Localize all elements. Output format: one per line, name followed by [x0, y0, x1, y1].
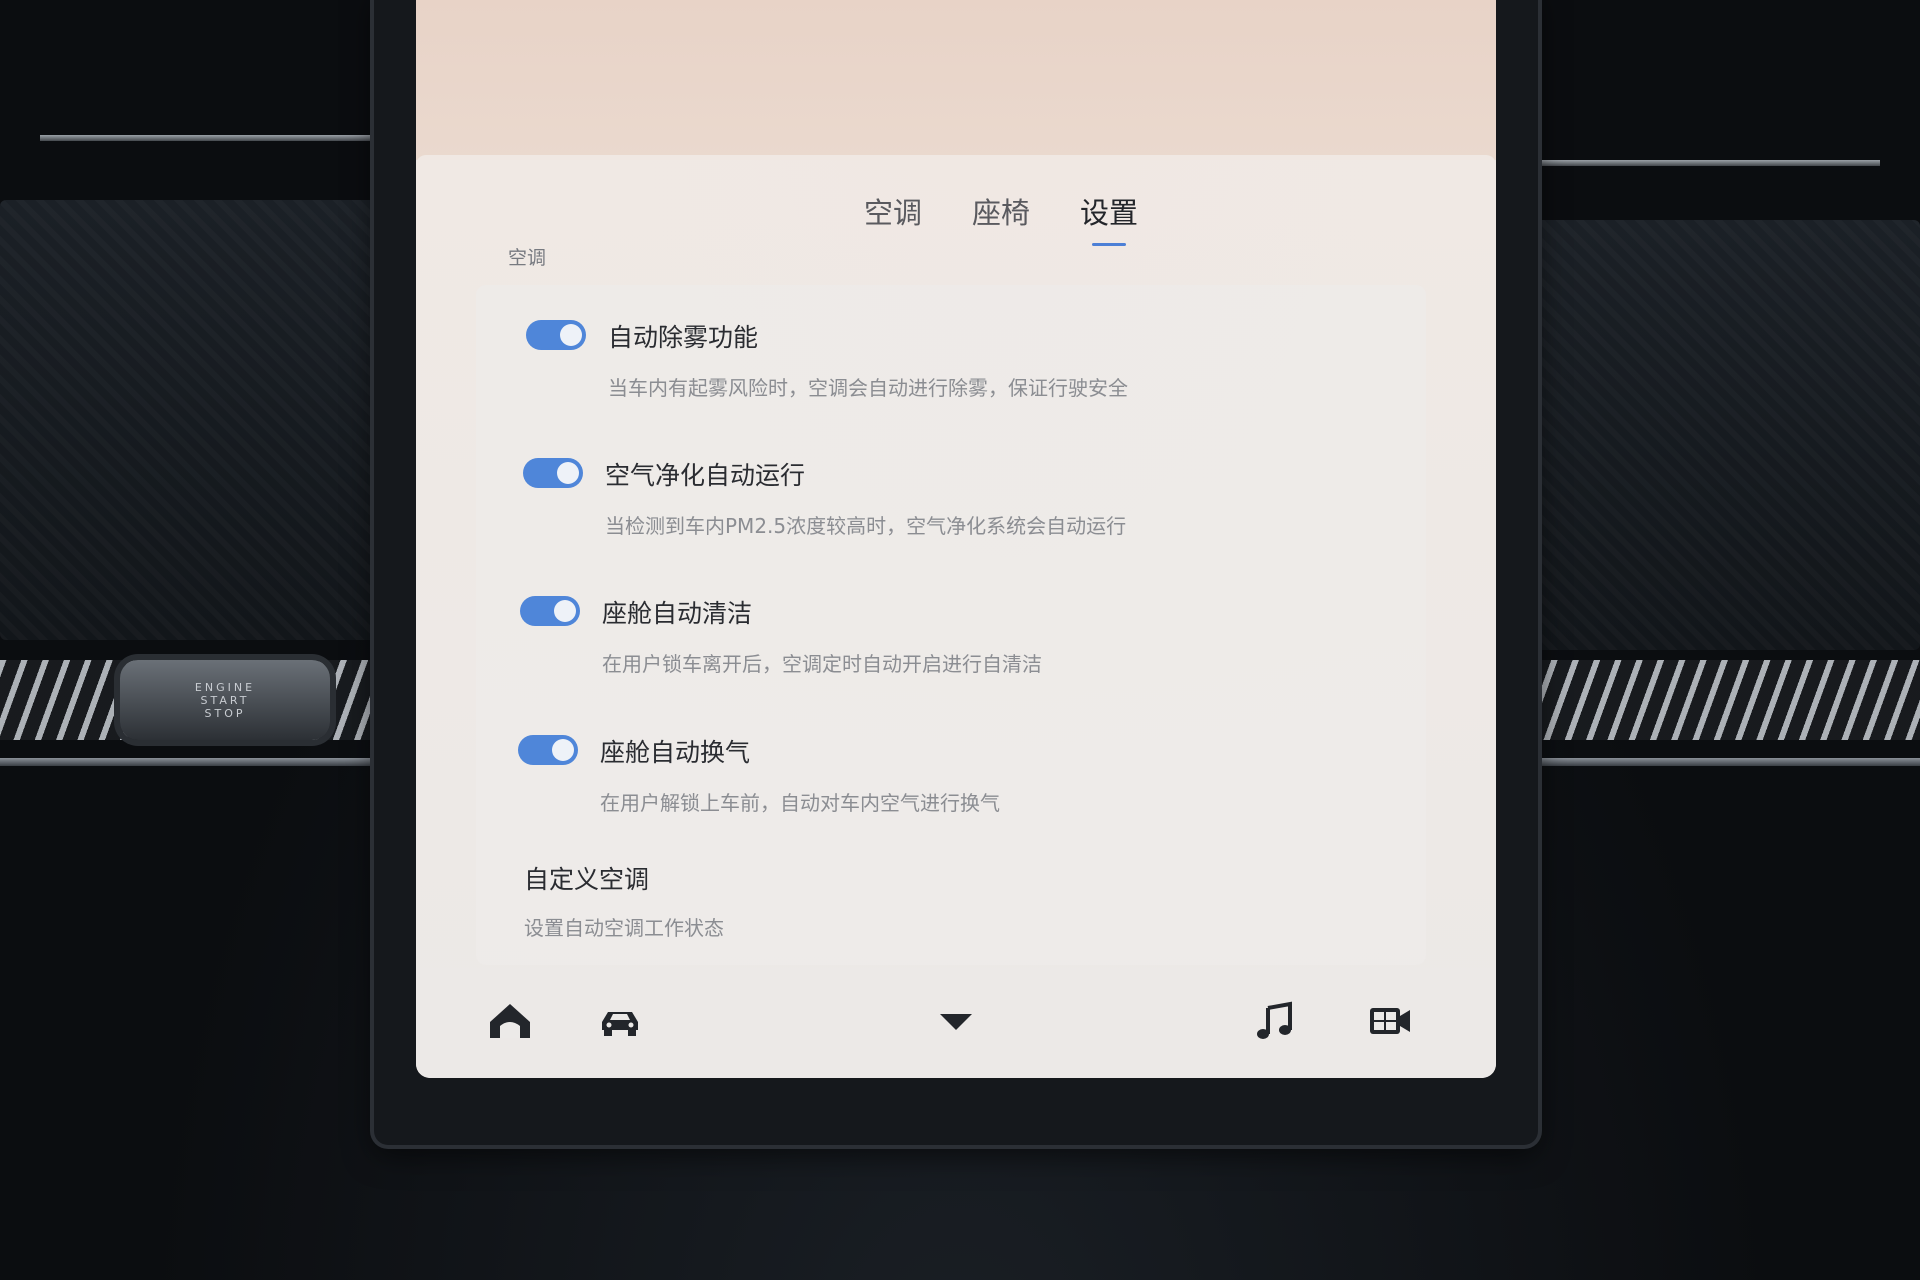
- setting-title: 空气净化自动运行: [605, 461, 806, 490]
- setting-description: 当车内有起雾风险时，空调会自动进行除雾，保证行驶安全: [608, 376, 1128, 400]
- cabin-clean-toggle[interactable]: [520, 596, 580, 626]
- setting-description: 在用户解锁上车前，自动对车内空气进行换气: [600, 791, 1000, 815]
- dashboard-right-panel: [1530, 220, 1920, 650]
- left-chrome-trim: [0, 758, 390, 766]
- car-interior-scene: ENGINE START STOP 空调 座椅 设置 空调 自动除雾功能 当车内…: [0, 0, 1920, 1280]
- toggle-knob: [560, 324, 582, 346]
- toggle-knob: [552, 739, 574, 761]
- setting-description: 设置自动空调工作状态: [524, 916, 724, 940]
- infotainment-screen: 空调 座椅 设置 空调 自动除雾功能 当车内有起雾风险时，空调会自动进行除雾，保…: [416, 0, 1496, 1078]
- start-button-line-1: ENGINE: [194, 680, 256, 694]
- collapse-icon[interactable]: [932, 1000, 980, 1042]
- bottom-nav-bar: [416, 968, 1496, 1078]
- setting-title: 座舱自动清洁: [602, 599, 753, 628]
- section-label: 空调: [508, 247, 547, 269]
- screen-top-area: [416, 0, 1496, 160]
- engine-start-stop-button[interactable]: ENGINE START STOP: [120, 660, 330, 740]
- climate-settings-sheet: 空调 座椅 设置 空调 自动除雾功能 当车内有起雾风险时，空调会自动进行除雾，保…: [416, 155, 1496, 1078]
- music-icon[interactable]: [1252, 1000, 1300, 1042]
- tab-settings[interactable]: 设置: [1080, 190, 1138, 246]
- setting-title: 自动除雾功能: [608, 323, 759, 352]
- left-vent-trim: [40, 135, 380, 141]
- setting-description: 在用户锁车离开后，空调定时自动开启进行自清洁: [602, 652, 1042, 676]
- right-chrome-trim: [1530, 758, 1920, 766]
- home-icon[interactable]: [486, 1000, 534, 1042]
- setting-title: 座舱自动换气: [600, 738, 751, 767]
- video-icon[interactable]: [1366, 1000, 1414, 1042]
- tab-seat[interactable]: 座椅: [972, 190, 1030, 242]
- car-icon[interactable]: [596, 1000, 644, 1042]
- setting-description: 当检测到车内PM2.5浓度较高时，空气净化系统会自动运行: [605, 514, 1127, 538]
- toggle-knob: [554, 600, 576, 622]
- start-button-line-2: START: [200, 693, 250, 707]
- cabin-ventilate-toggle[interactable]: [518, 735, 578, 765]
- right-ambient-vent: [1530, 660, 1920, 740]
- tab-climate[interactable]: 空调: [864, 190, 922, 242]
- settings-card: 自动除雾功能 当车内有起雾风险时，空调会自动进行除雾，保证行驶安全 空气净化自动…: [476, 285, 1426, 965]
- start-button-line-3: STOP: [204, 706, 246, 720]
- air-purify-toggle[interactable]: [523, 458, 583, 488]
- tab-bar: 空调 座椅 设置: [416, 190, 1496, 246]
- dashboard-left-panel: [0, 200, 400, 640]
- right-vent-trim: [1520, 160, 1880, 166]
- setting-title: 自定义空调: [524, 865, 650, 894]
- auto-defog-toggle[interactable]: [526, 320, 586, 350]
- toggle-knob: [557, 462, 579, 484]
